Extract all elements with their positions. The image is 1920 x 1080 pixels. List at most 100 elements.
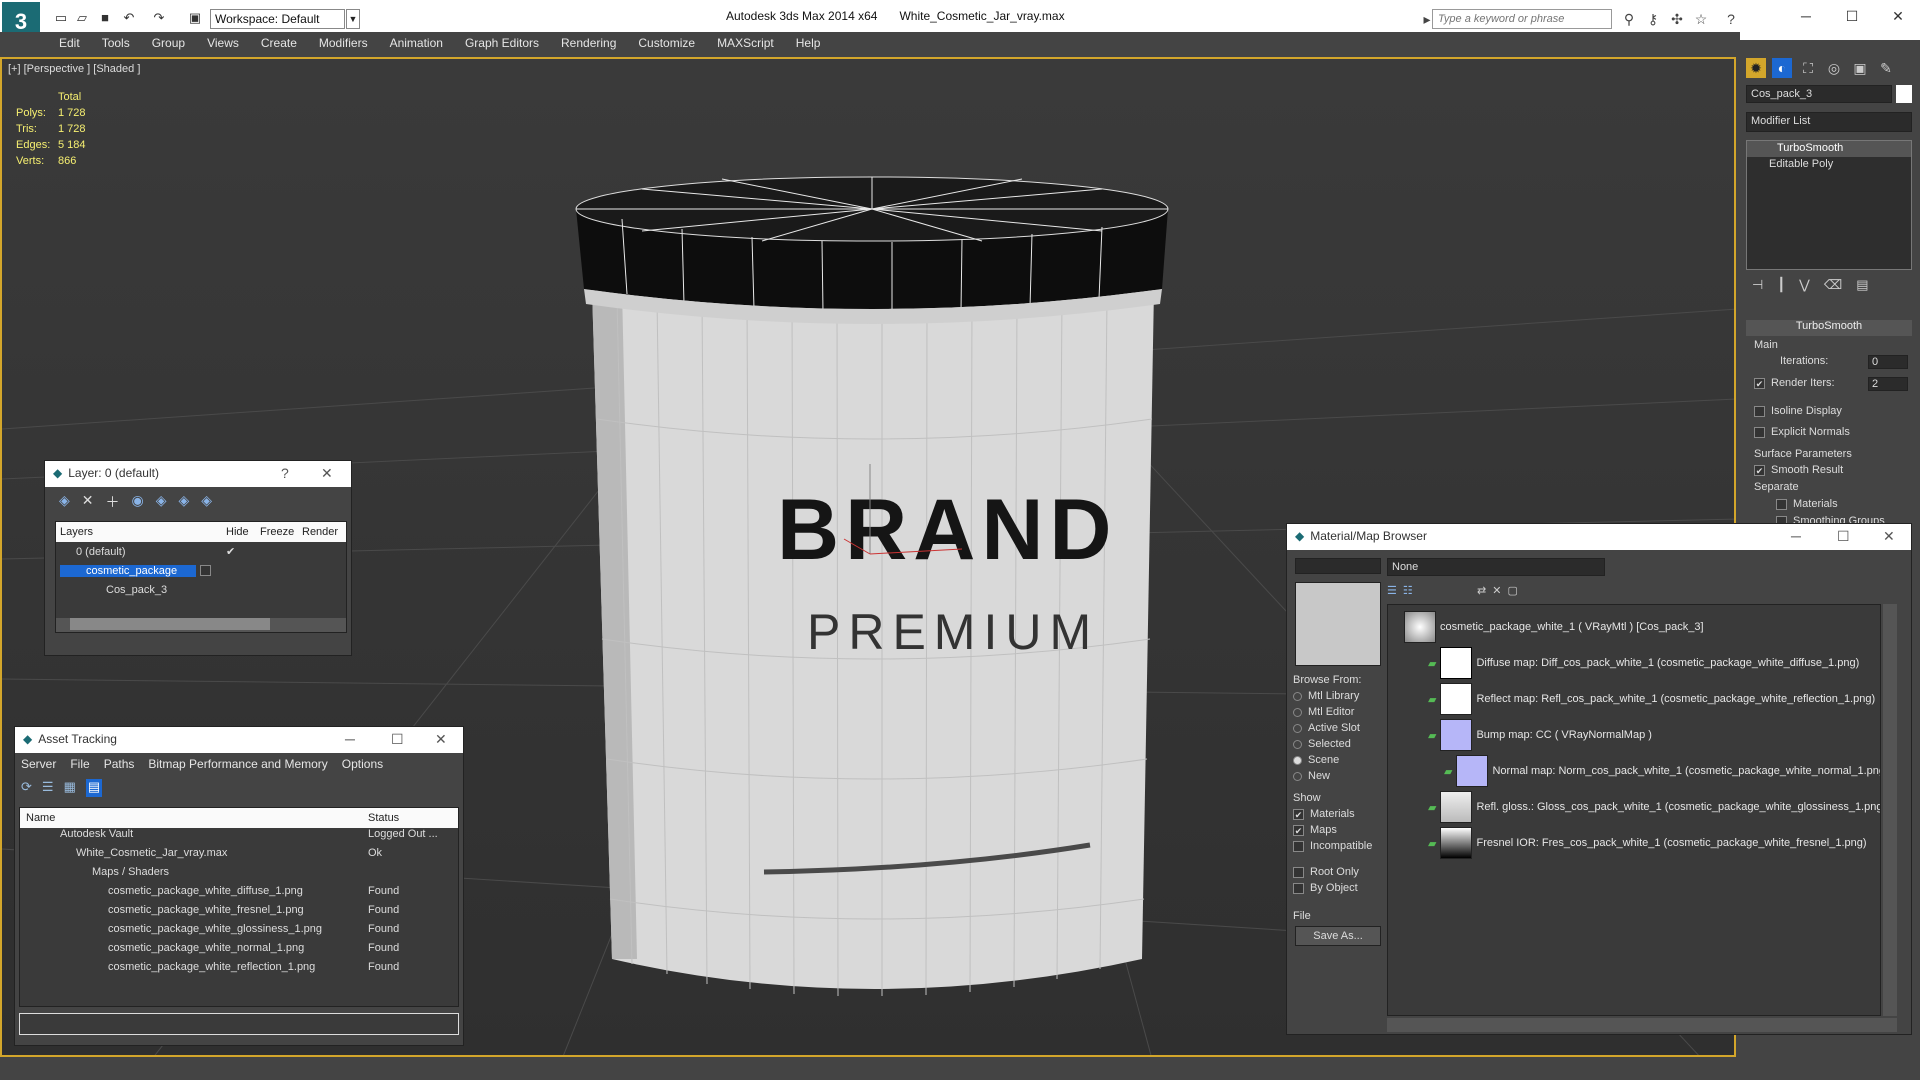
minimize-button[interactable]: ─ bbox=[345, 731, 355, 747]
radio-mtl-editor[interactable]: Mtl Editor bbox=[1293, 704, 1383, 720]
menu-create[interactable]: Create bbox=[250, 32, 308, 54]
menu-paths[interactable]: Paths bbox=[104, 757, 135, 771]
tree-item-fresnel[interactable]: ▰ Fresnel IOR: Fres_cos_pack_white_1 (cos… bbox=[1428, 825, 1867, 861]
close-button[interactable]: ✕ bbox=[435, 731, 447, 748]
make-unique-icon[interactable]: ⋁ bbox=[1799, 277, 1810, 295]
minimize-button[interactable]: ─ bbox=[1792, 6, 1820, 26]
list-view-icon[interactable]: ☰ bbox=[1387, 584, 1397, 602]
menu-rendering[interactable]: Rendering bbox=[550, 32, 627, 54]
tree-item-normal[interactable]: ▰ Normal map: Norm_cos_pack_white_1 (cosm… bbox=[1444, 753, 1880, 789]
update-scene-icon[interactable]: ⇄ bbox=[1477, 584, 1486, 597]
thumbnail-view-icon[interactable]: ▦ bbox=[64, 779, 76, 797]
horizontal-scrollbar[interactable] bbox=[1387, 1018, 1897, 1032]
table-row[interactable]: White_Cosmetic_Jar_vray.max Ok bbox=[20, 847, 458, 866]
hierarchy-tab-icon[interactable]: ⛶ bbox=[1798, 58, 1818, 78]
show-incompatible-row[interactable]: Incompatible bbox=[1293, 838, 1383, 854]
iterations-spinner[interactable]: 0 bbox=[1868, 355, 1908, 369]
save-icon[interactable]: ■ bbox=[96, 9, 114, 27]
delete-icon[interactable]: ✕ bbox=[1492, 584, 1501, 597]
utilities-tab-icon[interactable]: ✎ bbox=[1876, 58, 1896, 78]
close-button[interactable]: ✕ bbox=[1884, 6, 1912, 26]
menu-customize[interactable]: Customize bbox=[627, 32, 706, 54]
create-tab-icon[interactable]: ✹ bbox=[1746, 58, 1766, 78]
pin-stack-icon[interactable]: ⊣ bbox=[1752, 277, 1763, 295]
materials-checkbox[interactable] bbox=[1776, 498, 1787, 510]
table-row[interactable]: Maps / Shaders bbox=[20, 866, 458, 885]
radio-new[interactable]: New bbox=[1293, 768, 1383, 784]
show-materials-row[interactable]: ✔ Materials bbox=[1293, 806, 1383, 822]
menu-bitmap-performance[interactable]: Bitmap Performance and Memory bbox=[148, 757, 327, 771]
object-color-swatch[interactable] bbox=[1896, 85, 1912, 103]
explicit-normals-row[interactable]: Explicit Normals bbox=[1754, 426, 1850, 438]
explicit-normals-checkbox[interactable] bbox=[1754, 426, 1765, 438]
select-icon[interactable]: ◉ bbox=[132, 492, 144, 510]
search-input[interactable] bbox=[1432, 9, 1612, 29]
help-icon[interactable]: ? bbox=[1722, 10, 1740, 28]
menu-views[interactable]: Views bbox=[196, 32, 250, 54]
vertical-scrollbar[interactable] bbox=[1883, 604, 1897, 1016]
menu-help[interactable]: Help bbox=[785, 32, 832, 54]
table-row[interactable]: cosmetic_package_white_glossiness_1.png F… bbox=[20, 923, 458, 942]
show-maps-row[interactable]: ✔ Maps bbox=[1293, 822, 1383, 838]
close-button[interactable]: ✕ bbox=[1883, 528, 1895, 545]
chevron-down-icon[interactable]: ▼ bbox=[346, 9, 360, 29]
tree-item-gloss[interactable]: ▰ Refl. gloss.: Gloss_cos_pack_white_1 (c… bbox=[1428, 789, 1880, 825]
menu-edit[interactable]: Edit bbox=[48, 32, 91, 54]
menu-options[interactable]: Options bbox=[342, 757, 383, 771]
add-icon[interactable]: ＋ bbox=[106, 492, 120, 510]
stack-item-turbosmooth[interactable]: TurboSmooth bbox=[1747, 141, 1911, 157]
menu-group[interactable]: Group bbox=[141, 32, 196, 54]
layer-checkbox[interactable] bbox=[200, 565, 211, 576]
render-iters-checkbox[interactable]: ✔ bbox=[1754, 377, 1765, 389]
refresh-icon[interactable]: ⟳ bbox=[21, 779, 32, 797]
table-row[interactable]: Cos_pack_3 bbox=[56, 580, 346, 599]
layer-panel-header[interactable]: ◆ Layer: 0 (default) ? ✕ bbox=[45, 461, 351, 487]
col-status[interactable]: Status bbox=[368, 812, 399, 824]
star-icon[interactable]: ☆ bbox=[1692, 10, 1710, 28]
new-file-icon[interactable]: ▭ bbox=[52, 9, 70, 27]
project-folder-icon[interactable]: ▣ bbox=[186, 9, 204, 27]
tree-item-reflect[interactable]: ▰ Reflect map: Refl_cos_pack_white_1 (cos… bbox=[1428, 681, 1875, 717]
binoculars-icon[interactable]: ⚲ bbox=[1620, 10, 1638, 28]
material-browser-header[interactable]: ◆ Material/Map Browser ─ ☐ ✕ bbox=[1287, 524, 1911, 550]
rollout-turbosmooth[interactable]: TurboSmooth bbox=[1746, 320, 1912, 336]
highlight-icon[interactable]: ◈ bbox=[156, 492, 167, 510]
redo-icon[interactable]: ↷ bbox=[150, 9, 168, 27]
smooth-result-row[interactable]: ✔ Smooth Result bbox=[1754, 464, 1843, 476]
col-layers[interactable]: Layers bbox=[56, 526, 226, 538]
display-tab-icon[interactable]: ▣ bbox=[1850, 58, 1870, 78]
workspace-selector[interactable]: Workspace: Default bbox=[210, 9, 345, 29]
clear-icon[interactable]: ▢ bbox=[1507, 584, 1517, 597]
isoline-row[interactable]: Isoline Display bbox=[1754, 405, 1842, 417]
isoline-checkbox[interactable] bbox=[1754, 405, 1765, 417]
menu-animation[interactable]: Animation bbox=[379, 32, 454, 54]
menu-server[interactable]: Server bbox=[21, 757, 56, 771]
menu-file[interactable]: File bbox=[70, 757, 89, 771]
table-row[interactable]: 0 (default) ✔ bbox=[56, 542, 346, 561]
object-name-field[interactable]: Cos_pack_3 bbox=[1746, 85, 1892, 103]
maximize-button[interactable]: ☐ bbox=[391, 731, 404, 748]
configure-modifier-sets-icon[interactable]: ▤ bbox=[1856, 277, 1868, 295]
table-row[interactable]: cosmetic_package bbox=[56, 561, 346, 580]
materials-row[interactable]: Materials bbox=[1776, 498, 1838, 510]
smooth-result-checkbox[interactable]: ✔ bbox=[1754, 464, 1765, 476]
render-iters-spinner[interactable]: 2 bbox=[1868, 377, 1908, 391]
table-row[interactable]: cosmetic_package_white_fresnel_1.png Foun… bbox=[20, 904, 458, 923]
show-end-result-icon[interactable]: ┃ bbox=[1777, 277, 1785, 295]
material-search-input[interactable]: None bbox=[1387, 558, 1605, 576]
motion-tab-icon[interactable]: ◎ bbox=[1824, 58, 1844, 78]
list-view-icon[interactable]: ☰ bbox=[42, 779, 54, 797]
open-file-icon[interactable]: ▱ bbox=[73, 9, 91, 27]
col-name[interactable]: Name bbox=[20, 812, 368, 824]
tree-item-material[interactable]: cosmetic_package_white_1 ( VRayMtl ) [Co… bbox=[1404, 609, 1704, 645]
material-name-field[interactable] bbox=[1295, 558, 1381, 574]
table-view-icon[interactable]: ▤ bbox=[85, 779, 103, 797]
new-layer-icon[interactable]: ◈ bbox=[59, 492, 70, 510]
key-icon[interactable]: ⚷ bbox=[1644, 10, 1662, 28]
col-render[interactable]: Render bbox=[302, 526, 338, 538]
menu-graph-editors[interactable]: Graph Editors bbox=[454, 32, 550, 54]
table-row[interactable]: cosmetic_package_white_diffuse_1.png Foun… bbox=[20, 885, 458, 904]
radio-selected[interactable]: Selected bbox=[1293, 736, 1383, 752]
radio-active-slot[interactable]: Active Slot bbox=[1293, 720, 1383, 736]
undo-icon[interactable]: ↶ bbox=[120, 9, 138, 27]
